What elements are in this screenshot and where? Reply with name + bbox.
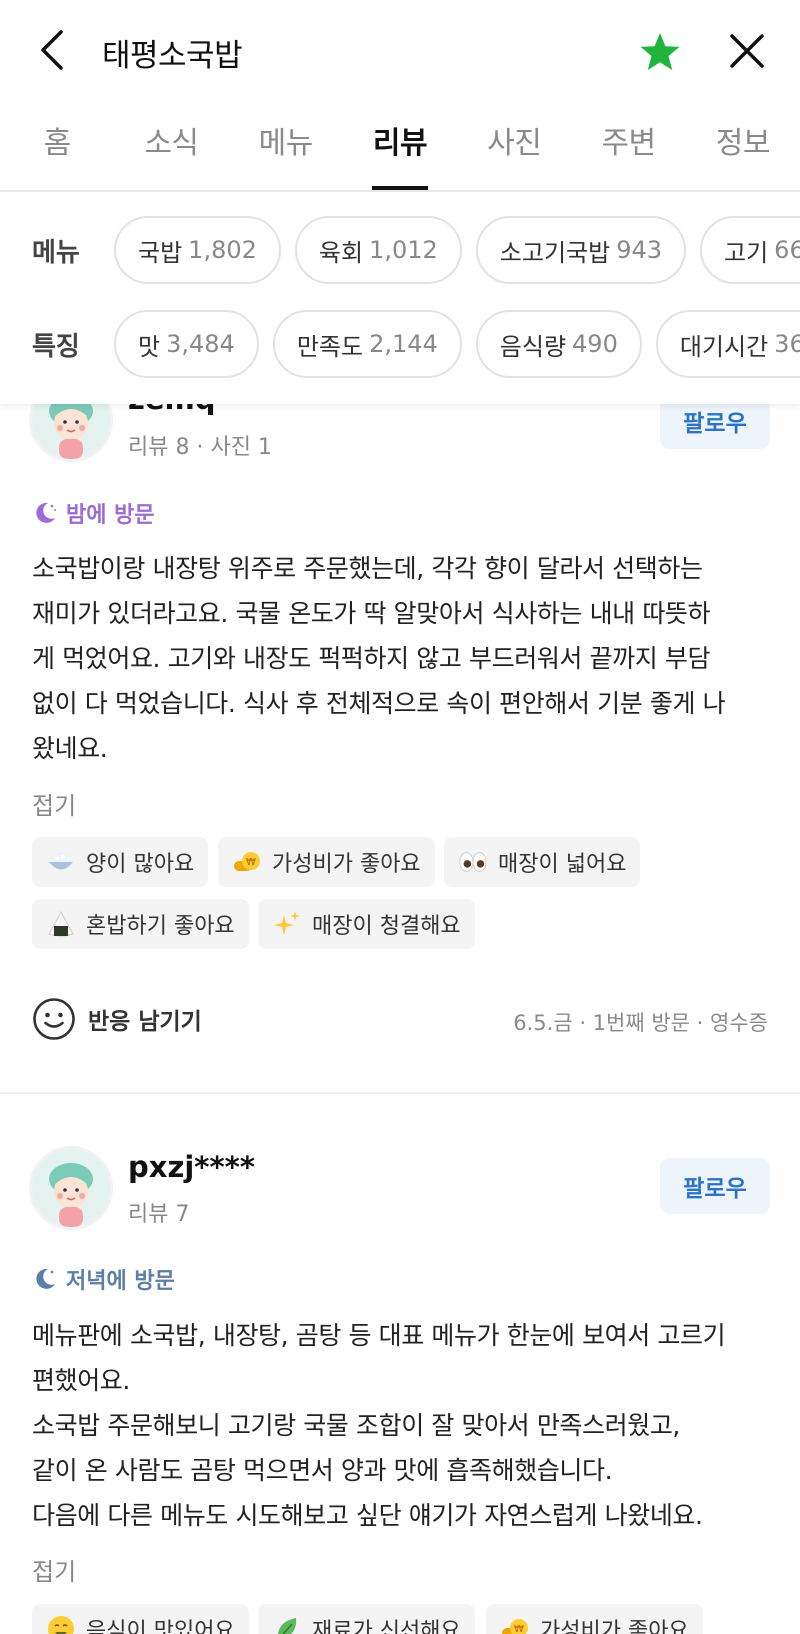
- keyword-tag: 음식이 맛있어요: [32, 1604, 249, 1634]
- leaf-icon: [272, 1614, 302, 1634]
- yum-face-icon: [46, 1614, 76, 1634]
- visit-time: 저녁에 방문: [32, 1263, 175, 1295]
- svg-text:₩: ₩: [514, 1624, 524, 1634]
- chip-count: 943: [616, 236, 662, 264]
- review-filters: 메뉴 국밥1,802 육회1,012 소고기국밥943 고기662 특징 맛3,…: [0, 192, 800, 404]
- feature-chip-wait-time[interactable]: 대기시간364: [655, 310, 800, 378]
- follow-button[interactable]: 팔로우: [660, 1158, 770, 1214]
- feature-filter-label: 특징: [32, 331, 80, 362]
- keyword-tag: 재료가 신선해요: [258, 1604, 475, 1634]
- menu-filter-label: 메뉴: [32, 237, 80, 268]
- keyword-tag: ₩ 가성비가 좋아요: [486, 1604, 703, 1634]
- chip-count: 364: [774, 330, 800, 358]
- chip-count: 1,802: [188, 236, 257, 264]
- moon-icon: [36, 1268, 55, 1289]
- keyword-tag-label: 재료가 신선해요: [312, 1619, 461, 1634]
- chip-label: 대기시간: [679, 332, 769, 361]
- chip-label: 소고기국밥: [499, 238, 611, 267]
- keyword-tag-label: 음식이 맛있어요: [86, 1619, 235, 1634]
- menu-filter-row: 메뉴 국밥1,802 육회1,012 소고기국밥943 고기662: [0, 215, 800, 285]
- chip-label: 맛: [138, 332, 161, 361]
- review-text: 메뉴판에 소국밥, 내장탕, 곰탕 등 대표 메뉴가 한눈에 보여서 고르기 편…: [32, 1321, 726, 1530]
- feature-chip-taste[interactable]: 맛 3,484: [114, 310, 259, 378]
- chip-count: 2,144: [369, 330, 438, 358]
- feature-filter-row: 특징 맛3,484 만족도2,144 음식량490 대기시간364: [0, 309, 800, 379]
- feature-chip-portion[interactable]: 음식량 490: [475, 310, 642, 378]
- visit-time-label: 저녁에 방문: [66, 1269, 175, 1294]
- keyword-tag-label: 가성비가 좋아요: [540, 1619, 689, 1634]
- feature-chip-satisfaction[interactable]: 만족도 2,144: [272, 310, 462, 378]
- menu-chip-beef-gukbap[interactable]: 소고기국밥 943: [475, 216, 686, 284]
- menu-chip-gukbap[interactable]: 국밥 1,802: [114, 216, 281, 284]
- chip-count: 1,012: [369, 236, 438, 264]
- avatar[interactable]: [32, 1149, 110, 1227]
- chip-count: 662: [774, 236, 800, 264]
- chip-label: 고기: [724, 238, 769, 267]
- chip-label: 만족도: [296, 332, 364, 361]
- chip-label: 음식량: [499, 332, 567, 361]
- menu-chip-yukhoe[interactable]: 육회 1,012: [294, 216, 462, 284]
- chip-count: 3,484: [166, 330, 235, 358]
- user-review-count: 리뷰 7: [128, 1202, 190, 1227]
- fold-button[interactable]: 접기: [32, 1552, 76, 1587]
- user-avatar-icon: [32, 1149, 110, 1227]
- chip-label: 국밥: [138, 238, 183, 267]
- chip-label: 육회: [318, 238, 364, 267]
- menu-chip-meat[interactable]: 고기662: [700, 216, 800, 284]
- username[interactable]: pxzj****: [128, 1150, 255, 1184]
- coin-icon: ₩: [500, 1614, 530, 1634]
- chip-count: 490: [572, 330, 618, 358]
